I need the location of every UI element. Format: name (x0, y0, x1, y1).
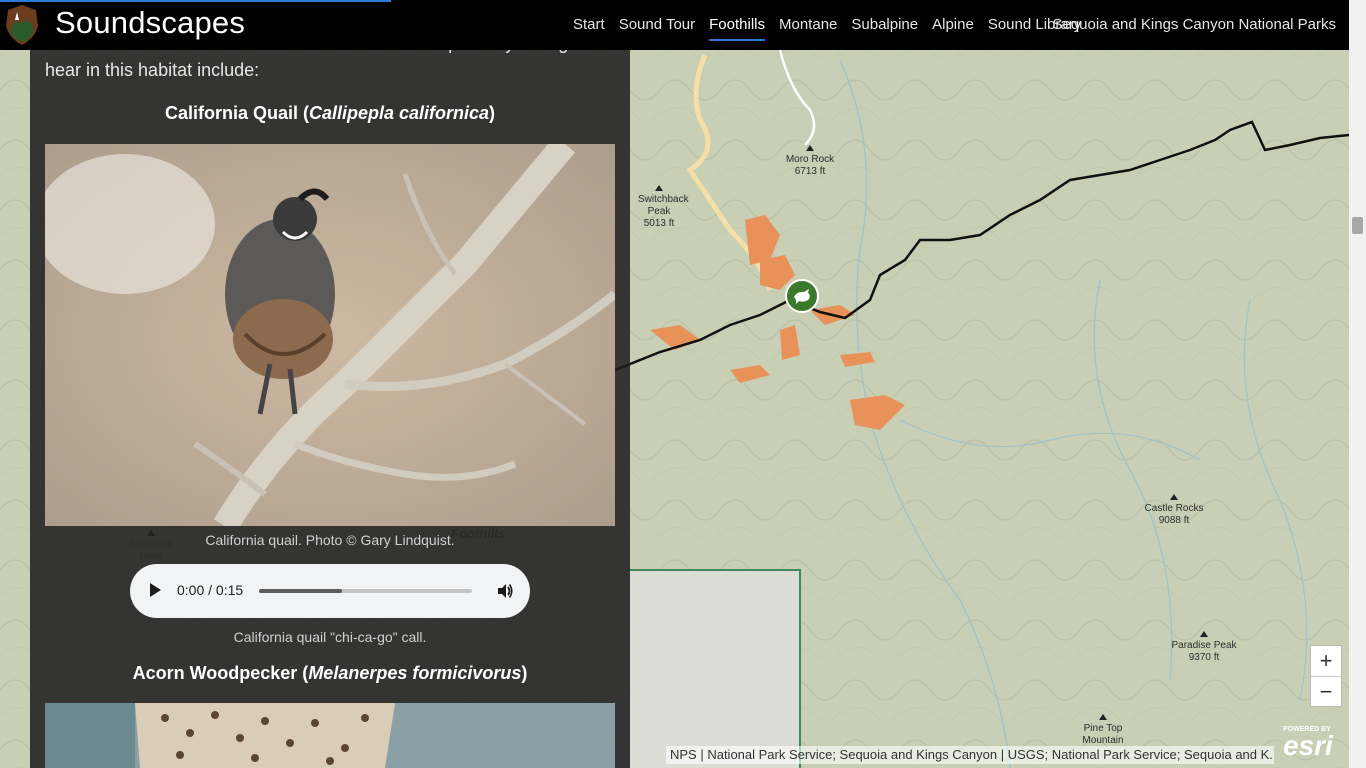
zoom-control: + − (1310, 645, 1342, 707)
peak-name: Castle Rocks (1144, 503, 1204, 514)
peak-pine-top: Pine Top Mountain (1073, 714, 1133, 747)
audio-caption: California quail "chi-ca-go" call. (233, 629, 427, 645)
zoom-in-button[interactable]: + (1311, 646, 1341, 676)
peak-icon (147, 530, 155, 536)
esri-wordmark: esri (1283, 730, 1333, 761)
scrollbar-thumb[interactable] (1352, 217, 1363, 234)
heading-close: ) (521, 663, 528, 683)
peak-name: Paradise Peak (1171, 640, 1237, 651)
audio-player: 0:00 / 0:15 (130, 564, 530, 618)
volume-icon[interactable] (496, 582, 514, 600)
main-nav: Start Sound Tour Foothills Montane Subal… (566, 0, 1088, 50)
app: Switchback Peak 5013 ft Moro Rock 6713 f… (0, 0, 1366, 768)
bird-icon (794, 289, 810, 304)
quail-image (45, 144, 615, 526)
common-name: California Quail ( (164, 103, 309, 123)
peak-icon (655, 185, 663, 191)
peak-name: Pine Top Mountain (1082, 723, 1124, 746)
peak-paradise: Paradise Peak 9370 ft (1170, 631, 1238, 664)
esri-logo: POWERED BY esri (1283, 726, 1343, 766)
nav-start[interactable]: Start (566, 0, 612, 50)
nav-montane[interactable]: Montane (772, 0, 844, 50)
peak-icon (1170, 494, 1178, 500)
scientific-name: Melanerpes formicivorus (308, 663, 522, 683)
play-button[interactable] (150, 583, 161, 597)
peak-name: Shepherd Peak (129, 539, 173, 562)
zoom-out-button[interactable]: − (1311, 677, 1341, 707)
peak-elevation: 9370 ft (1188, 652, 1220, 663)
top-header: Soundscapes Start Sound Tour Foothills M… (0, 0, 1349, 50)
nps-arrowhead-logo[interactable] (5, 4, 39, 46)
common-name: Acorn Woodpecker ( (132, 663, 309, 683)
peak-icon (806, 145, 814, 151)
page-scrollbar[interactable] (1349, 0, 1366, 768)
peak-switchback: Switchback Peak 5013 ft (625, 185, 693, 230)
quail-photo (45, 144, 615, 526)
peak-shepherd: Shepherd Peak (127, 530, 175, 563)
peak-moro-rock: Moro Rock 6713 ft (780, 145, 840, 178)
audio-progress (259, 589, 343, 593)
audio-seek-bar[interactable] (259, 589, 472, 593)
scroll-progress-bar (0, 0, 391, 2)
scientific-name: Callipepla californica (308, 103, 490, 123)
app-title[interactable]: Soundscapes (55, 5, 245, 41)
peak-icon (1099, 714, 1107, 720)
species-heading-quail: California Quail (Callipepla californica… (30, 103, 630, 124)
woodpecker-photo (45, 703, 615, 768)
species-heading-woodpecker: Acorn Woodpecker (Melanerpes formicivoru… (30, 663, 630, 684)
audio-time: 0:00 / 0:15 (177, 582, 244, 598)
peak-name: Moro Rock (785, 154, 835, 165)
story-panel[interactable]: wildlifes that characterize the foothill… (30, 0, 630, 768)
nav-alpine[interactable]: Alpine (925, 0, 981, 50)
peak-elevation: 5013 ft (643, 218, 675, 229)
peak-elevation: 6713 ft (794, 166, 826, 177)
nav-subalpine[interactable]: Subalpine (844, 0, 925, 50)
peak-elevation: 9088 ft (1158, 515, 1190, 526)
bird-marker[interactable] (785, 279, 819, 313)
peak-icon (1200, 631, 1208, 637)
peak-castle-rocks: Castle Rocks 9088 ft (1140, 494, 1208, 527)
zone-label: Foothills (451, 526, 506, 541)
map-attribution: NPS | National Park Service; Sequoia and… (666, 746, 1274, 764)
park-name-link[interactable]: Sequoia and Kings Canyon National Parks (1052, 0, 1336, 50)
photo-caption: California quail. Photo © Gary Lindquist… (205, 532, 455, 548)
woodpecker-image (45, 703, 615, 768)
nav-sound-tour[interactable]: Sound Tour (612, 0, 702, 50)
heading-close: ) (489, 103, 496, 123)
peak-name: Switchback Peak (638, 194, 689, 217)
nav-foothills[interactable]: Foothills (702, 0, 772, 50)
